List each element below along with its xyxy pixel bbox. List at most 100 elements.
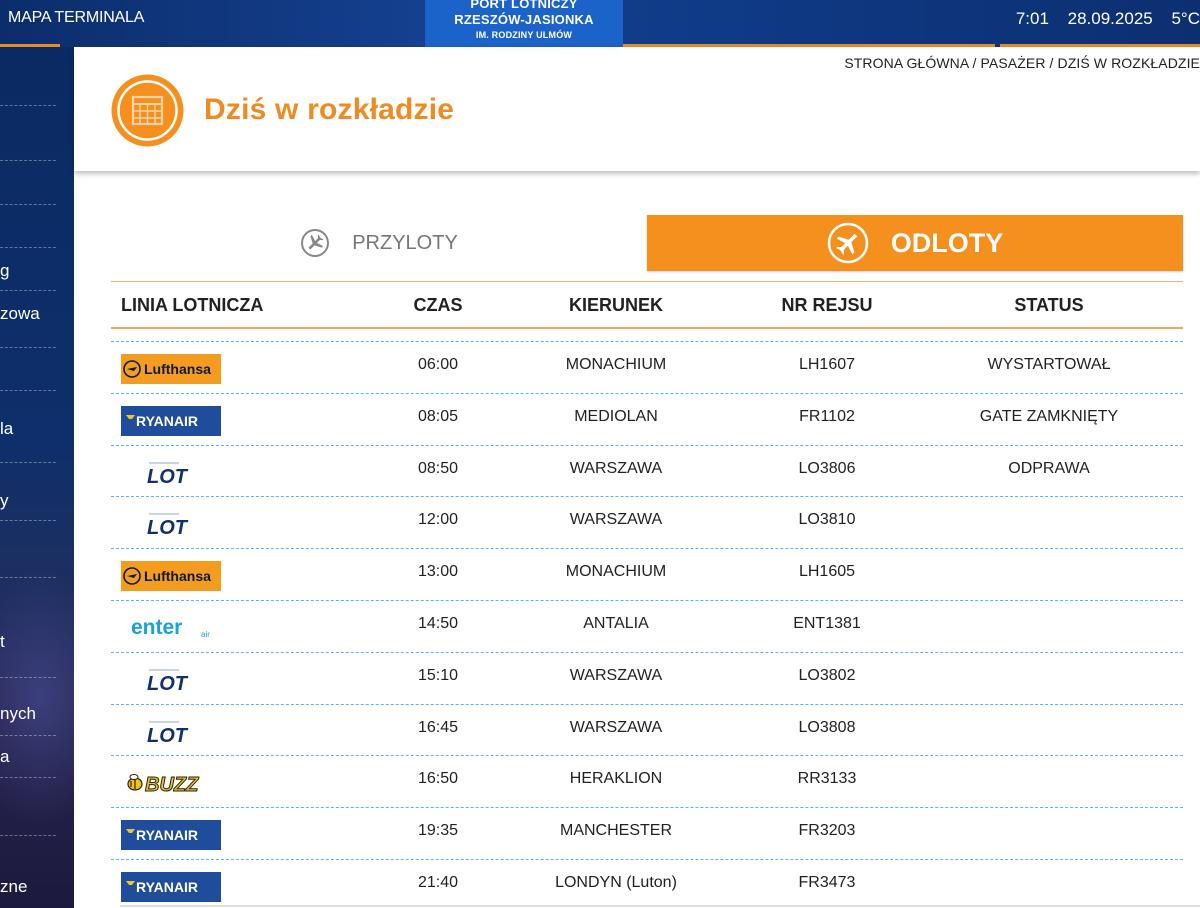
lot-logo: LOT bbox=[147, 513, 189, 539]
terminal-map-link[interactable]: MAPA TERMINALA bbox=[8, 9, 144, 27]
sidebar-separator bbox=[0, 290, 56, 291]
ryanair-logo: RYANAIR bbox=[121, 405, 221, 436]
flight-number: ENT1381 bbox=[793, 614, 861, 632]
page-title: Dziś w rozkładzie bbox=[204, 93, 455, 126]
logo-line-2: RZESZÓW-JASIONKA bbox=[454, 12, 594, 27]
table-row[interactable]: LOT 12:00 WARSZAWA LO3810 bbox=[111, 496, 1183, 548]
sidebar-item[interactable]: g bbox=[0, 261, 9, 281]
clock: 7:01 bbox=[1015, 9, 1049, 28]
sidebar-item[interactable]: y bbox=[0, 491, 9, 511]
lot-logo: LOT bbox=[147, 669, 189, 695]
table-row[interactable]: LOT 08:50 WARSZAWA LO3806 ODPRAWA bbox=[111, 444, 1183, 497]
enter-air-logo: enter air bbox=[131, 616, 210, 639]
flight-number: LO3808 bbox=[798, 718, 856, 736]
flight-destination: WARSZAWA bbox=[569, 459, 663, 477]
flight-number: FR3203 bbox=[798, 822, 856, 840]
date: 28.09.2025 bbox=[1067, 9, 1153, 28]
table-row[interactable]: enter air 14:50 ANTALIA ENT1381 bbox=[111, 599, 1183, 652]
ryanair-logo: RYANAIR bbox=[121, 871, 221, 902]
flight-number: FR1102 bbox=[799, 407, 855, 425]
lot-logo: LOT bbox=[147, 462, 189, 488]
table-row[interactable]: LOT 16:45 WARSZAWA LO3808 bbox=[111, 703, 1183, 756]
table-row[interactable]: LOT 15:10 WARSZAWA LO3802 bbox=[111, 651, 1183, 704]
table-bottom-border bbox=[120, 905, 1200, 907]
logo-line-1: PORT LOTNICZY bbox=[470, 0, 578, 11]
flight-time: 06:00 bbox=[417, 356, 459, 373]
svg-text:air: air bbox=[201, 630, 210, 639]
flight-destination: MONACHIUM bbox=[565, 356, 667, 373]
col-header-airline: LINIA LOTNICZA bbox=[121, 295, 264, 315]
breadcrumb[interactable]: STRONA GŁÓWNA / PASAŻER / DZIŚ W ROZKŁAD… bbox=[844, 55, 1200, 71]
flight-time: 08:05 bbox=[417, 407, 459, 425]
tab-departures-label: ODLOTY bbox=[890, 227, 1004, 258]
col-header-flight: NR REJSU bbox=[781, 295, 873, 315]
logo-line-3: IM. RODZINY ULMÓW bbox=[475, 30, 573, 40]
lot-logo: LOT bbox=[147, 721, 189, 747]
sidebar-separator bbox=[0, 520, 56, 521]
table-header: LINIA LOTNICZA CZAS KIERUNEK NR REJSU ST… bbox=[111, 283, 1183, 329]
flight-time: 14:50 bbox=[417, 614, 459, 632]
sidebar-separator bbox=[0, 735, 56, 736]
flight-status: ODPRAWA bbox=[1008, 459, 1090, 477]
flight-time: 16:45 bbox=[417, 718, 459, 736]
table-row[interactable]: Lufthansa 06:00 MONACHIUM LH1607 WYSTART… bbox=[111, 341, 1183, 393]
sidebar-separator bbox=[0, 777, 56, 778]
tab-arrivals-label: PRZYLOTY bbox=[352, 231, 458, 254]
flight-time: 21:40 bbox=[417, 873, 459, 891]
table-row[interactable]: RYANAIR 19:35 MANCHESTER FR3203 bbox=[111, 807, 1183, 859]
plane-departure-icon bbox=[827, 222, 869, 264]
sidebar-item[interactable]: zne bbox=[0, 877, 27, 897]
svg-text:RYANAIR: RYANAIR bbox=[136, 827, 198, 843]
departures-table: Lufthansa 06:00 MONACHIUM LH1607 WYSTART… bbox=[111, 341, 1183, 908]
flight-time: 13:00 bbox=[417, 563, 459, 581]
svg-text:Lufthansa: Lufthansa bbox=[144, 568, 211, 584]
sidebar-item[interactable]: a bbox=[0, 747, 9, 767]
sidebar-separator bbox=[0, 347, 56, 348]
sidebar-item[interactable]: zowa bbox=[0, 304, 40, 324]
flight-time: 16:50 bbox=[417, 770, 459, 788]
ryanair-logo: RYANAIR bbox=[121, 820, 221, 851]
flight-time: 12:00 bbox=[417, 511, 459, 529]
flight-number: RR3133 bbox=[797, 770, 857, 788]
flight-number: LH1607 bbox=[798, 356, 856, 373]
flight-destination: MANCHESTER bbox=[559, 822, 672, 840]
sidebar-item[interactable]: t bbox=[0, 632, 5, 652]
flight-number: LO3810 bbox=[798, 511, 856, 529]
flight-destination: WARSZAWA bbox=[569, 511, 663, 529]
sidebar-separator bbox=[0, 204, 56, 205]
sidebar-item[interactable]: la bbox=[0, 419, 13, 439]
plane-arrival-icon bbox=[300, 228, 330, 258]
flight-destination: WARSZAWA bbox=[569, 718, 663, 736]
sidebar-background-glow bbox=[0, 567, 74, 827]
svg-text:RYANAIR: RYANAIR bbox=[136, 413, 198, 429]
table-row[interactable]: BUZZ 16:50 HERAKLION RR3133 bbox=[111, 755, 1183, 807]
lufthansa-logo: Lufthansa bbox=[121, 561, 221, 592]
tab-departures[interactable]: ODLOTY bbox=[647, 215, 1183, 271]
sidebar-separator bbox=[0, 247, 56, 248]
svg-text:enter: enter bbox=[131, 616, 182, 639]
svg-text:BUZZ: BUZZ bbox=[145, 774, 199, 796]
tab-arrivals[interactable]: PRZYLOTY bbox=[111, 215, 647, 271]
table-row[interactable]: Lufthansa 13:00 MONACHIUM LH1605 bbox=[111, 548, 1183, 600]
topbar-info: 7:01 28.09.2025 5°C bbox=[1002, 9, 1200, 29]
svg-text:Lufthansa: Lufthansa bbox=[144, 361, 211, 377]
svg-text:LOT: LOT bbox=[147, 517, 189, 539]
sidebar-separator bbox=[0, 160, 56, 161]
flight-status: WYSTARTOWAŁ bbox=[987, 356, 1111, 373]
table-row[interactable]: RYANAIR 21:40 LONDYN (Luton) FR3473 bbox=[111, 858, 1183, 908]
sidebar: g zowa la y t nych a zne bbox=[0, 47, 74, 908]
temperature: 5°C bbox=[1171, 9, 1200, 28]
page-header: STRONA GŁÓWNA / PASAŻER / DZIŚ W ROZKŁAD… bbox=[74, 47, 1200, 171]
svg-text:LOT: LOT bbox=[147, 466, 189, 488]
flight-time: 19:35 bbox=[417, 822, 459, 840]
svg-text:LOT: LOT bbox=[147, 673, 189, 695]
col-header-time: CZAS bbox=[413, 295, 463, 315]
table-row[interactable]: RYANAIR 08:05 MEDIOLAN FR1102 GATE ZAMKN… bbox=[111, 392, 1183, 445]
flight-destination: MEDIOLAN bbox=[574, 407, 658, 425]
col-header-destination: KIERUNEK bbox=[568, 295, 663, 315]
flight-time: 15:10 bbox=[417, 666, 459, 684]
tab-divider bbox=[111, 281, 1183, 282]
calendar-icon bbox=[111, 74, 184, 147]
sidebar-item[interactable]: nych bbox=[0, 704, 36, 724]
flight-number: LO3806 bbox=[798, 459, 856, 477]
